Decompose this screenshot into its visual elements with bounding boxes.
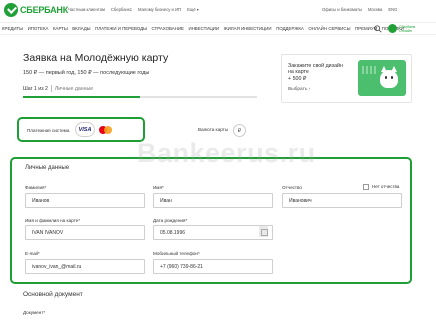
progress-fill [23,96,140,98]
top-link-more[interactable]: Ещё ▾ [187,7,199,12]
logo-text: СБЕРБАНК [20,5,68,15]
sbol-line2: Онлайн [399,28,412,33]
top-link-private[interactable]: Частным клиентам [68,7,105,12]
calendar-icon[interactable] [259,226,268,237]
nav-support[interactable]: ПОДДЕРЖКА [276,26,304,31]
progress-bar [23,96,257,98]
sberbank-online-icon [388,24,397,33]
nav-insurance[interactable]: СТРАХОВАНИЕ [152,26,184,31]
card-design-image [358,60,406,96]
sberbank-online-link[interactable]: Сбербанк Онлайн [388,24,415,33]
currency-rub-option[interactable]: ₽ [233,124,246,137]
no-patronymic-label: Нет отчества [372,184,400,189]
phone-field[interactable]: +7 (960) 739-86-21 [153,259,273,274]
nav-cards[interactable]: КАРТЫ [53,26,68,31]
surname-field[interactable]: Иванов [25,193,145,208]
nav-deposits[interactable]: ВКЛАДЫ [72,26,90,31]
patronymic-field[interactable]: Иванович [282,193,402,208]
language-switch[interactable]: ENG [388,7,397,12]
top-link-business[interactable]: Малому бизнесу и ИП [138,7,181,12]
birth-date-label: Дата рождения* [153,218,188,223]
nav-mortgage[interactable]: ИПОТЕКА [28,26,49,31]
promo-text: Закажите свой дизайн на карте [288,63,343,76]
audience-links: Частным клиентам Сбербанк1 Малому бизнес… [68,7,199,12]
cat-icon [380,66,398,88]
sberbank-logo-icon [4,3,18,17]
city-selector[interactable]: Москва [368,7,382,12]
step-indicator: Шаг 1 из 2 Личные данные [23,85,93,92]
search-icon[interactable] [374,25,382,33]
main-nav: КРЕДИТЫ ИПОТЕКА КАРТЫ ВКЛАДЫ ПЛАТЕЖИ И П… [0,22,436,35]
step-number: Шаг 1 из 2 [23,85,48,92]
email-field[interactable]: ivanov_ivan_@mail.ru [25,259,145,274]
document-section-title: Основной документ [23,291,83,298]
card-name-field[interactable]: IVAN IVANOV [25,225,145,240]
section-title: Личные данные [25,165,70,171]
card-price: 150 ₽ — первый год, 150 ₽ — последующие … [23,70,150,76]
surname-label: Фамилия* [25,185,47,190]
nav-living-investments[interactable]: ЖИЛАЯ ИНВЕСТИЦИИ [224,26,272,31]
phone-label: Мобильный телефон* [153,251,200,256]
patronymic-label: Отчество [282,185,302,190]
sbol-line1: Сбербанк [399,24,416,29]
nav-payments[interactable]: ПЛАТЕЖИ И ПЕРЕВОДЫ [95,26,147,31]
nav-online-services[interactable]: ОНЛАЙН СЕРВИСЫ [308,26,350,31]
document-label: Документ* [23,310,46,315]
payment-system-label: Платежная система [27,128,70,133]
watermark: Bankeerus.ru [137,138,316,168]
mastercard-icon[interactable] [99,126,113,134]
no-patronymic-checkbox[interactable] [363,184,369,190]
currency-label: Валюта карты [198,127,229,132]
email-label: E-mail* [25,251,40,256]
promo-price: + 500 ₽ [288,75,307,82]
step-divider [50,85,52,92]
card-name-label: Имя и фамилия на карте* [25,218,81,223]
top-link-sberbank1[interactable]: Сбербанк1 [111,7,132,12]
nav-credits[interactable]: КРЕДИТЫ [2,26,23,31]
personal-data-section: Личные данные Фамилия* Иванов Имя* Иван … [10,157,412,284]
top-right-links: Офисы и банкоматы Москва ENG [322,7,397,12]
visa-option[interactable]: VISA [75,122,95,137]
offices-link[interactable]: Офисы и банкоматы [322,7,362,12]
card-pattern [362,66,378,74]
top-bar: СБЕРБАНК Частным клиентам Сбербанк1 Мало… [0,0,436,22]
payment-system-section: Платежная система VISA [17,117,145,142]
promo-choose-link[interactable]: Выбрать › [288,87,310,92]
design-promo[interactable]: Закажите свой дизайн на карте + 500 ₽ Вы… [281,54,412,103]
name-label: Имя* [153,185,164,190]
name-field[interactable]: Иван [153,193,273,208]
nav-investments[interactable]: ИНВЕСТИЦИИ [188,26,219,31]
birth-date-field[interactable]: 05.08.1996 [153,225,273,240]
step-name: Личные данные [54,85,94,92]
sberbank-logo[interactable]: СБЕРБАНК [4,3,68,17]
page-title: Заявка на Молодёжную карту [23,52,169,64]
